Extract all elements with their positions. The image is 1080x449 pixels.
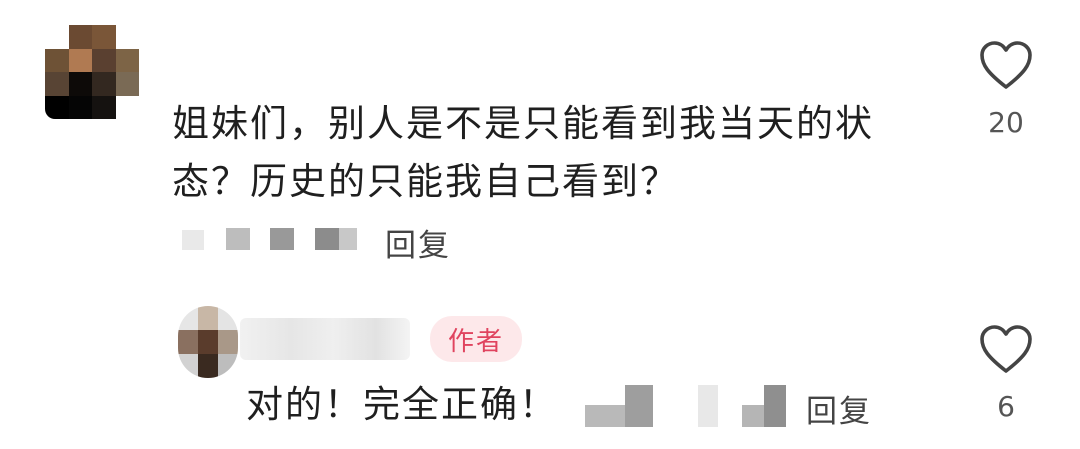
reply-button[interactable]: 回复 [385,220,451,265]
like-button[interactable]: 20 [966,36,1046,146]
redacted-meta [742,405,764,427]
reply-text: 对的！完全正确！ [246,383,558,426]
reply-button[interactable]: 回复 [806,386,872,431]
like-count: 6 [997,390,1015,423]
avatar[interactable] [45,25,139,119]
like-button[interactable]: 6 [966,320,1046,430]
redacted-meta [315,228,339,250]
redacted-meta [182,230,204,250]
comment-text: 姐妹们，别人是不是只能看到我当天的状态？历史的只能我自己看到？ [172,102,874,203]
heart-outline-icon [980,325,1032,373]
redacted-meta [270,228,294,250]
redacted-meta [585,405,625,427]
heart-outline-icon [980,41,1032,89]
redacted-meta [226,228,250,250]
redacted-meta [698,385,718,427]
redacted-meta [625,385,653,427]
redacted-meta [339,228,357,250]
redacted-meta [764,385,786,427]
redacted-username [240,318,410,360]
like-count: 20 [988,106,1024,139]
author-badge: 作者 [430,316,522,362]
avatar[interactable] [178,306,238,378]
